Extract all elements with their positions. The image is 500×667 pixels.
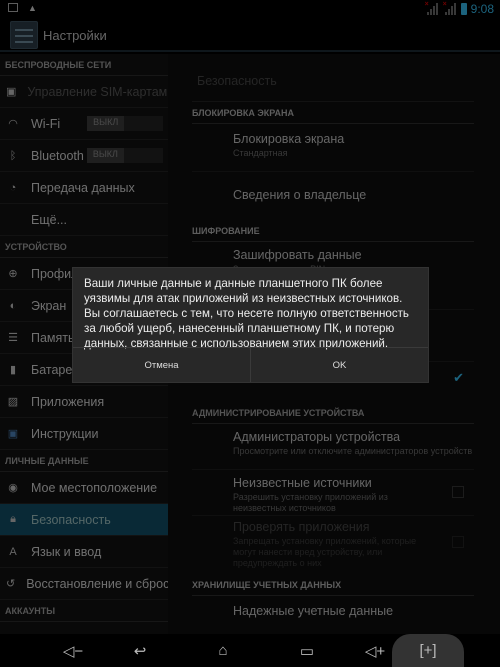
volume-down-icon[interactable]: ◁− [58,634,88,667]
unknown-sources-warning-dialog: Ваши личные данные и данные планшетного … [72,267,429,383]
dialog-message: Ваши личные данные и данные планшетного … [84,277,409,350]
back-icon[interactable]: ↩ [125,634,155,667]
volume-up-icon[interactable]: ◁+ [360,634,390,667]
ok-button[interactable]: OK [250,348,428,382]
home-icon[interactable]: ⌂ [208,634,238,667]
recents-icon[interactable]: ▭ [292,634,322,667]
navigation-bar: ◁− ↩ ⌂ ▭ ◁+ [+] [0,634,500,667]
screenshot-icon[interactable]: [+] [392,634,464,667]
cancel-button[interactable]: Отмена [73,348,250,382]
